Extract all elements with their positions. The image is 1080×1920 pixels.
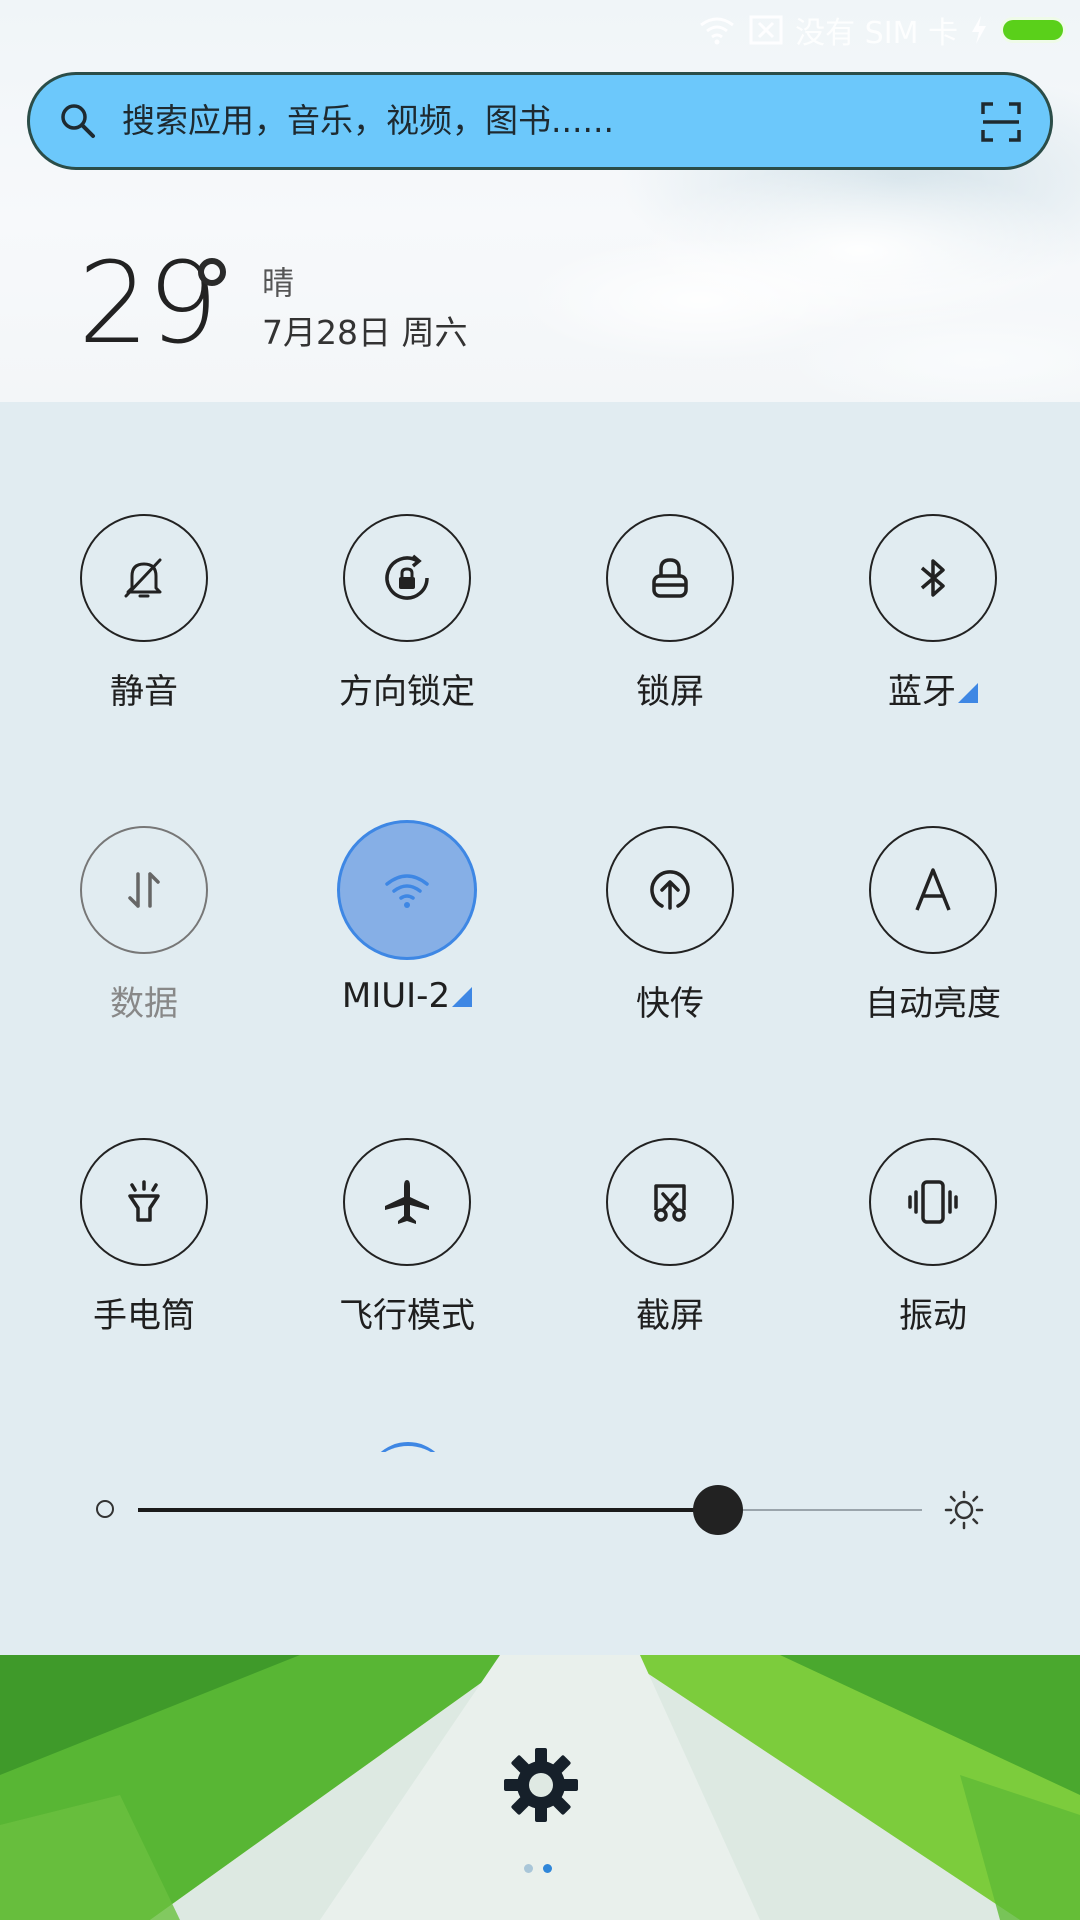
- toggle-screenshot[interactable]: 截屏: [570, 1138, 770, 1358]
- weather-banner: 没有 SIM 卡 搜索应用，音乐，视频，图书...... 29 晴 7月28日 …: [0, 0, 1080, 402]
- date-text: 7月28日 周六: [262, 313, 468, 352]
- slider-thumb[interactable]: [693, 1485, 744, 1535]
- gear-icon[interactable]: [502, 1746, 580, 1824]
- toggle-lock-screen[interactable]: 锁屏: [570, 514, 770, 734]
- toggle-label: 静音: [110, 672, 178, 712]
- scan-icon[interactable]: [980, 101, 1022, 143]
- toggle-label: 手电筒: [93, 1296, 195, 1336]
- mobile-data-icon: [80, 826, 208, 954]
- slider-track-empty: [718, 1509, 922, 1511]
- toggle-label: 飞行模式: [339, 1296, 475, 1336]
- sun-brightness-icon: [944, 1490, 984, 1530]
- next-row-toggle-partial: [366, 1442, 450, 1452]
- wifi-icon: [337, 820, 477, 960]
- battery-icon: [1000, 17, 1066, 43]
- toggle-mobile-data[interactable]: 数据: [44, 826, 244, 1046]
- toggle-silent[interactable]: 静音: [44, 514, 244, 734]
- toggle-vibrate[interactable]: 振动: [833, 1138, 1033, 1358]
- toggle-label: 蓝牙: [888, 672, 956, 712]
- temperature[interactable]: 29: [78, 244, 219, 364]
- toggle-airplane-mode[interactable]: 飞行模式: [307, 1138, 507, 1358]
- submenu-indicator-icon: [452, 987, 473, 1007]
- toggle-label-wrap: 蓝牙: [833, 664, 1033, 713]
- search-bar[interactable]: 搜索应用，音乐，视频，图书......: [27, 72, 1053, 170]
- toggle-label: 锁屏: [636, 672, 704, 712]
- page-dot-active[interactable]: [543, 1864, 552, 1873]
- wifi-status-icon: [697, 15, 737, 45]
- rotation-lock-icon: [343, 514, 471, 642]
- search-input[interactable]: 搜索应用，音乐，视频，图书......: [122, 75, 614, 167]
- no-sim-icon: [749, 15, 783, 45]
- lock-icon: [606, 514, 734, 642]
- slider-track-filled: [138, 1508, 719, 1512]
- toggle-label: 自动亮度: [865, 984, 1001, 1024]
- search-icon: [58, 101, 98, 141]
- toggle-label: 数据: [110, 984, 178, 1024]
- toggle-label: 振动: [899, 1296, 967, 1336]
- page-indicator: [524, 1864, 552, 1873]
- toggle-label: 快传: [636, 984, 704, 1024]
- brightness-slider[interactable]: [0, 1480, 1080, 1540]
- status-icons: 没有 SIM 卡: [697, 10, 1066, 51]
- silent-bell-icon: [80, 514, 208, 642]
- toggle-quick-transfer[interactable]: 快传: [570, 826, 770, 1046]
- page-dot[interactable]: [524, 1864, 533, 1873]
- bluetooth-icon: [869, 514, 997, 642]
- toggle-auto-brightness[interactable]: 自动亮度: [833, 826, 1033, 1046]
- sim-status-text: 没有 SIM 卡: [795, 16, 958, 51]
- flashlight-icon: [80, 1138, 208, 1266]
- toggle-rotation-lock[interactable]: 方向锁定: [307, 514, 507, 734]
- status-bar: 没有 SIM 卡: [0, 0, 1080, 60]
- toggle-label: MIUI-2: [341, 976, 451, 1016]
- toggle-flashlight[interactable]: 手电筒: [44, 1138, 244, 1358]
- auto-brightness-icon: [869, 826, 997, 954]
- toggle-wifi[interactable]: MIUI-2: [307, 820, 507, 1046]
- toggle-label: 方向锁定: [339, 672, 475, 712]
- toggle-bluetooth[interactable]: 蓝牙: [833, 514, 1033, 734]
- airplane-icon: [343, 1138, 471, 1266]
- vibrate-icon: [869, 1138, 997, 1266]
- dim-brightness-icon: [96, 1500, 114, 1518]
- toggle-label: 截屏: [636, 1296, 704, 1336]
- screenshot-icon: [606, 1138, 734, 1266]
- degree-symbol: [198, 258, 226, 286]
- toggle-label-wrap: MIUI-2: [307, 976, 507, 1016]
- quick-transfer-icon: [606, 826, 734, 954]
- submenu-indicator-icon: [958, 683, 978, 703]
- weather-condition: 晴: [262, 264, 295, 302]
- charging-icon: [970, 15, 988, 45]
